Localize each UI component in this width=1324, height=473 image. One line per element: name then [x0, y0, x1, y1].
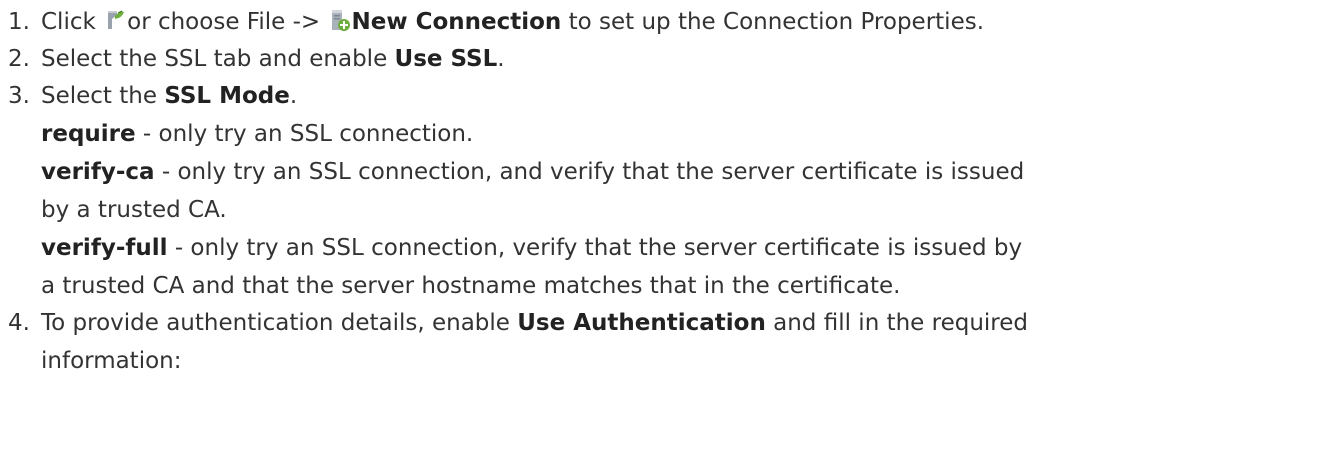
step-4-continued: information:: [41, 348, 182, 374]
step-4: 4. To provide authentication details, ena…: [8, 305, 1324, 380]
step-2: 2. Select the SSL tab and enable Use SSL.: [8, 41, 1324, 78]
instructions-document: 1. Click or choose File -> New Connection…: [0, 0, 1324, 473]
ssl-mode-verify-full: verify-full - only try an SSL connection…: [8, 229, 1324, 267]
ssl-mode-description: - only try an SSL connection, verify tha…: [167, 235, 1023, 261]
step-bold: SSL Mode: [164, 83, 290, 109]
step-text: To provide authentication details, enabl…: [41, 310, 518, 336]
step-text: Select the: [41, 83, 165, 109]
step-1-line: 1. Click or choose File -> New Connection…: [8, 4, 1324, 41]
ssl-mode-name: require: [41, 121, 136, 147]
step-text: and fill in the required: [765, 310, 1029, 336]
step-4-line: 4. To provide authentication details, ena…: [8, 305, 1324, 342]
step-text: or choose File ->: [127, 9, 328, 35]
step-2-line: 2. Select the SSL tab and enable Use SSL.: [8, 41, 1324, 78]
step-bold: Use SSL: [394, 46, 498, 72]
step-text: to set up the Connection Properties.: [561, 9, 985, 35]
new-connection-menu-icon: [327, 8, 351, 32]
ssl-mode-verify-full-continued: a trusted CA and that the server hostnam…: [41, 273, 901, 299]
step-bold: New Connection: [351, 9, 562, 35]
new-connection-toolbar-icon: [103, 8, 127, 32]
ssl-mode-verify-ca: verify-ca - only try an SSL connection, …: [8, 153, 1324, 191]
step-text: Click: [41, 9, 104, 35]
step-3-line: 3. Select the SSL Mode.: [8, 78, 1324, 115]
ssl-mode-verify-ca-continued: by a trusted CA.: [41, 197, 227, 223]
step-bold: Use Authentication: [517, 310, 766, 336]
step-text: Select the SSL tab and enable: [41, 46, 395, 72]
ssl-mode-require: require - only try an SSL connection.: [8, 115, 1324, 153]
step-text: .: [289, 83, 298, 109]
step-number: 4.: [8, 310, 30, 336]
step-text: .: [497, 46, 505, 72]
step-number: 1.: [8, 9, 30, 35]
step-1: 1. Click or choose File -> New Connection…: [8, 4, 1324, 41]
ssl-mode-description: - only try an SSL connection.: [135, 121, 474, 147]
ssl-mode-name: verify-full: [41, 235, 168, 261]
step-3: 3. Select the SSL Mode. require - only tr…: [8, 78, 1324, 305]
steps-list: 1. Click or choose File -> New Connection…: [8, 4, 1324, 380]
step-number: 3.: [8, 83, 30, 109]
ssl-mode-description: - only try an SSL connection, and verify…: [154, 159, 1025, 185]
ssl-mode-name: verify-ca: [41, 159, 155, 185]
step-number: 2.: [8, 46, 30, 72]
